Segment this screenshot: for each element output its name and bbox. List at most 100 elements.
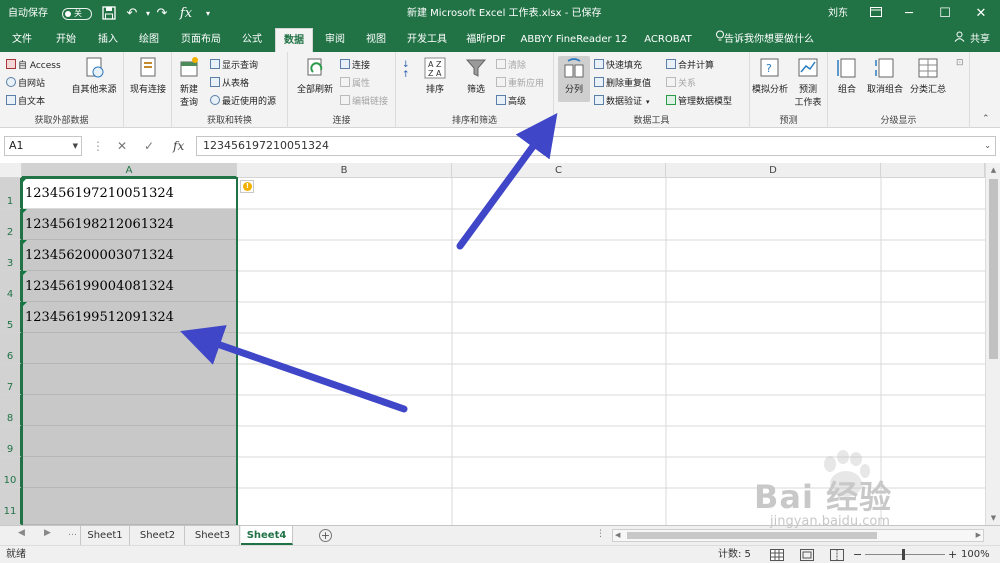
tab-acrobat[interactable]: ACROBAT bbox=[640, 28, 696, 52]
scroll-left-icon[interactable]: ◀ bbox=[615, 531, 620, 539]
page-break-view-icon[interactable] bbox=[830, 546, 844, 563]
row-header-8[interactable]: 8 bbox=[0, 395, 22, 426]
user-name[interactable]: 刘东 bbox=[828, 0, 848, 28]
vertical-scrollbar[interactable]: ▲ ▼ bbox=[985, 163, 1000, 525]
connections-button[interactable]: 连接 bbox=[340, 58, 370, 71]
row-header-3[interactable]: 3 bbox=[0, 240, 22, 271]
row-header-9[interactable]: 9 bbox=[0, 426, 22, 457]
sheet-tab-sheet3[interactable]: Sheet3 bbox=[186, 526, 240, 545]
redo-icon[interactable]: ↷ bbox=[154, 6, 170, 22]
customize-quick-access-icon[interactable]: ▾ bbox=[200, 6, 216, 22]
chevron-down-icon[interactable]: ▼ bbox=[73, 137, 78, 155]
confirm-entry-icon[interactable]: ✓ bbox=[144, 136, 154, 156]
column-header-a[interactable]: A bbox=[22, 163, 237, 178]
edit-links-button[interactable]: 编辑链接 bbox=[340, 94, 388, 107]
cell-a2[interactable]: 123456198212061324 bbox=[22, 209, 237, 240]
sheet-tab-sheet2[interactable]: Sheet2 bbox=[131, 526, 185, 545]
advanced-filter-button[interactable]: 高级 bbox=[496, 94, 526, 107]
zoom-slider-track[interactable] bbox=[865, 554, 945, 555]
tab-review[interactable]: 审阅 bbox=[319, 28, 351, 52]
worksheet-grid[interactable]: A B C D 1 2 3 4 5 6 7 8 9 10 11 12345619… bbox=[0, 163, 1000, 525]
subtotal-button[interactable]: 分类汇总 bbox=[906, 56, 950, 95]
recent-sources-button[interactable]: 最近使用的源 bbox=[210, 94, 276, 107]
tab-page-layout[interactable]: 页面布局 bbox=[176, 28, 226, 52]
undo-icon[interactable]: ↶ bbox=[124, 6, 140, 22]
sheet-more-icon[interactable]: … bbox=[68, 528, 77, 538]
name-box[interactable]: A1 ▼ bbox=[4, 136, 82, 156]
sort-az-icon[interactable]: ↓ ↑ bbox=[402, 60, 410, 80]
ribbon-display-options-icon[interactable] bbox=[858, 0, 894, 28]
sheet-tab-sheet1[interactable]: Sheet1 bbox=[80, 526, 130, 545]
row-header-6[interactable]: 6 bbox=[0, 333, 22, 364]
tab-developer[interactable]: 开发工具 bbox=[402, 28, 452, 52]
cell-a11[interactable] bbox=[22, 488, 237, 525]
text-to-columns-button[interactable]: 分列 bbox=[558, 56, 590, 102]
tab-data[interactable]: 数据 bbox=[275, 28, 313, 52]
row-header-1[interactable]: 1 bbox=[0, 178, 22, 209]
close-icon[interactable]: ✕ bbox=[963, 0, 999, 28]
data-validation-button[interactable]: 数据验证 ▾ bbox=[594, 94, 650, 107]
cell-a10[interactable] bbox=[22, 457, 237, 488]
zoom-in-icon[interactable]: + bbox=[948, 546, 957, 563]
cell-a7[interactable] bbox=[22, 364, 237, 395]
row-header-5[interactable]: 5 bbox=[0, 302, 22, 333]
consolidate-button[interactable]: 合并计算 bbox=[666, 58, 714, 71]
scroll-down-icon[interactable]: ▼ bbox=[986, 511, 1000, 525]
cell-a3[interactable]: 123456200003071324 bbox=[22, 240, 237, 271]
zoom-level[interactable]: 100% bbox=[961, 546, 990, 563]
tab-insert[interactable]: 插入 bbox=[92, 28, 124, 52]
column-header-c[interactable]: C bbox=[452, 163, 666, 178]
horizontal-scrollbar[interactable]: ◀ ▶ bbox=[612, 529, 984, 542]
column-header-b[interactable]: B bbox=[237, 163, 452, 178]
select-all-corner[interactable] bbox=[0, 163, 22, 178]
scroll-right-icon[interactable]: ▶ bbox=[976, 531, 981, 539]
sheet-prev-icon[interactable]: ◀ bbox=[18, 528, 25, 538]
tab-abbyy[interactable]: ABBYY FineReader 12 bbox=[520, 28, 628, 52]
autosave-toggle[interactable]: 关 bbox=[62, 8, 92, 20]
remove-duplicates-button[interactable]: 删除重复值 bbox=[594, 76, 651, 89]
row-header-4[interactable]: 4 bbox=[0, 271, 22, 302]
tab-view[interactable]: 视图 bbox=[360, 28, 392, 52]
cancel-entry-icon[interactable]: ✕ bbox=[117, 136, 127, 156]
cell-a9[interactable] bbox=[22, 426, 237, 457]
collapse-ribbon-icon[interactable]: ⌃ bbox=[982, 114, 990, 124]
from-web-button[interactable]: 自网站 bbox=[6, 76, 45, 89]
relationships-button[interactable]: 关系 bbox=[666, 76, 696, 89]
scroll-up-icon[interactable]: ▲ bbox=[986, 163, 1000, 177]
tell-me-search[interactable]: 告诉我你想要做什么 bbox=[724, 28, 824, 52]
sort-button[interactable]: AZZA 排序 bbox=[420, 56, 450, 95]
cell-a5[interactable]: 123456199512091324 bbox=[22, 302, 237, 333]
group-button[interactable]: 组合 bbox=[832, 56, 862, 95]
new-sheet-icon[interactable]: + bbox=[319, 529, 332, 542]
save-icon[interactable] bbox=[101, 6, 117, 22]
tab-formulas[interactable]: 公式 bbox=[236, 28, 268, 52]
minimize-icon[interactable]: ─ bbox=[891, 0, 927, 28]
tab-draw[interactable]: 绘图 bbox=[133, 28, 165, 52]
other-sources-button[interactable]: 自其他来源 bbox=[68, 56, 120, 95]
forecast-sheet-button[interactable]: 预测 工作表 bbox=[790, 56, 826, 108]
from-access-button[interactable]: 自 Access bbox=[6, 58, 61, 71]
properties-button[interactable]: 属性 bbox=[340, 76, 370, 89]
vertical-scroll-thumb[interactable] bbox=[989, 179, 998, 359]
formula-input[interactable]: 123456197210051324 ⌄ bbox=[196, 136, 996, 156]
what-if-analysis-button[interactable]: ? 模拟分析 bbox=[750, 56, 790, 95]
sheet-next-icon[interactable]: ▶ bbox=[44, 528, 51, 538]
clear-filter-button[interactable]: 清除 bbox=[496, 58, 526, 71]
column-header-d[interactable]: D bbox=[666, 163, 881, 178]
zoom-slider-thumb[interactable] bbox=[902, 549, 905, 560]
cell-a6[interactable] bbox=[22, 333, 237, 364]
row-header-7[interactable]: 7 bbox=[0, 364, 22, 395]
horizontal-scroll-thumb[interactable] bbox=[627, 532, 877, 539]
share-button[interactable]: 共享 bbox=[966, 28, 994, 52]
from-text-button[interactable]: 自文本 bbox=[6, 94, 45, 107]
tab-file[interactable]: 文件 bbox=[6, 28, 38, 52]
expand-formula-bar-icon[interactable]: ⌄ bbox=[984, 137, 991, 155]
new-query-button[interactable]: 新建 查询 bbox=[174, 56, 204, 108]
column-header-e[interactable] bbox=[881, 163, 985, 178]
manage-data-model-button[interactable]: 管理数据模型 bbox=[666, 94, 732, 107]
refresh-all-button[interactable]: 全部刷新 bbox=[292, 56, 338, 95]
sheet-tab-sheet4[interactable]: Sheet4 bbox=[241, 526, 293, 545]
reapply-button[interactable]: 重新应用 bbox=[496, 76, 544, 89]
error-check-button[interactable]: ! bbox=[240, 180, 254, 193]
cell-a8[interactable] bbox=[22, 395, 237, 426]
